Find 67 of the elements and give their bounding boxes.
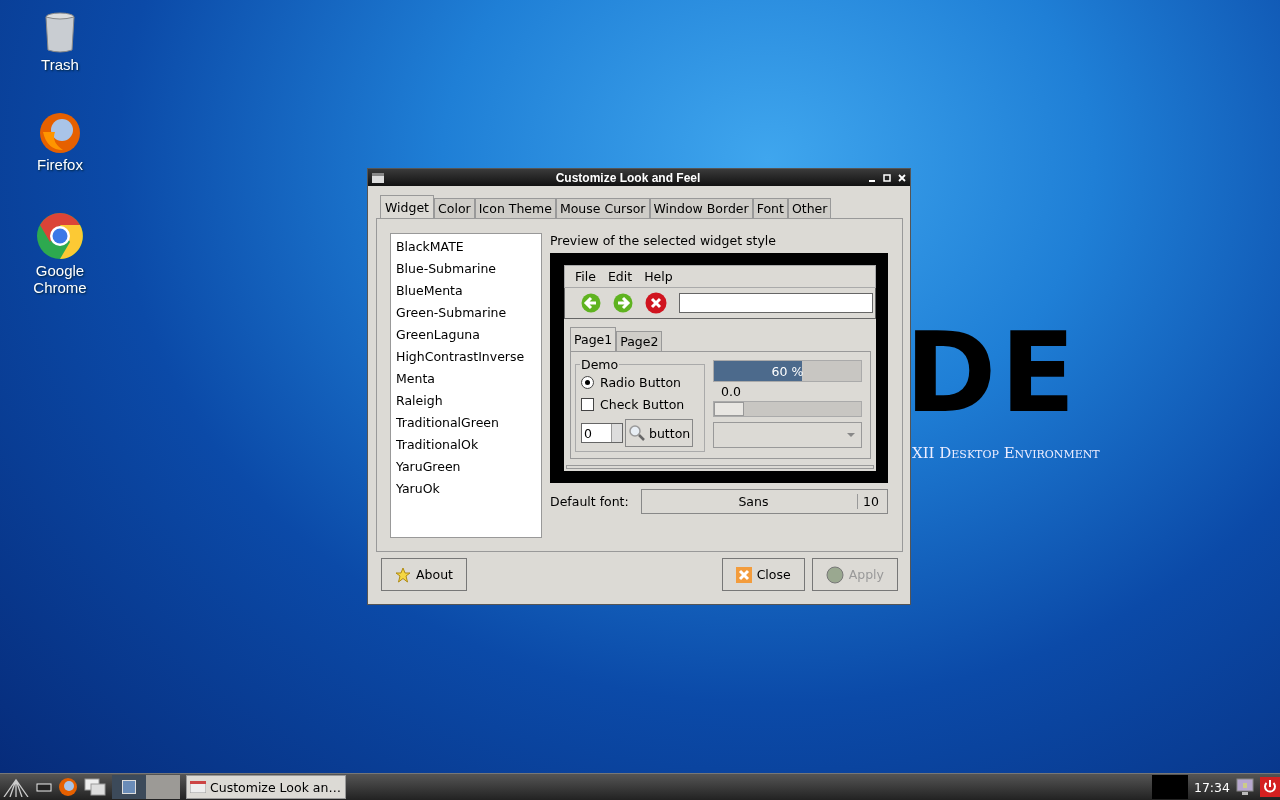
page-tab[interactable]: Page1 bbox=[570, 327, 617, 351]
window-title: Customize Look and Feel bbox=[554, 170, 702, 185]
wallpaper-logo-text: DE bbox=[905, 318, 1080, 428]
checkbox[interactable] bbox=[581, 398, 594, 411]
window-icon bbox=[190, 781, 206, 793]
taskbar-window-button[interactable]: Customize Look an… bbox=[186, 775, 346, 799]
theme-list-item[interactable]: YaruGreen bbox=[391, 456, 541, 478]
demo-button[interactable]: button bbox=[625, 419, 694, 447]
search-icon bbox=[628, 424, 646, 442]
firefox-icon[interactable] bbox=[39, 112, 81, 154]
menu-item[interactable]: Edit bbox=[607, 269, 633, 284]
forward-arrow-icon[interactable] bbox=[613, 293, 633, 313]
firefox-icon[interactable] bbox=[58, 777, 78, 797]
about-button[interactable]: About bbox=[381, 558, 467, 591]
power-icon[interactable] bbox=[1260, 777, 1280, 797]
text-field[interactable] bbox=[679, 293, 873, 313]
desktop-icon-label[interactable]: Trash bbox=[25, 56, 95, 73]
checkbox-label: Check Button bbox=[600, 397, 685, 412]
show-desktop-icon[interactable] bbox=[36, 782, 52, 792]
scale-reading: 0.0 bbox=[720, 384, 742, 399]
theme-list-item[interactable]: TraditionalOk bbox=[391, 434, 541, 456]
blank-block bbox=[1151, 775, 1188, 799]
close-icon[interactable] bbox=[898, 173, 906, 182]
lxde-menu-icon[interactable] bbox=[2, 777, 30, 797]
theme-list-item[interactable]: TraditionalGreen bbox=[391, 412, 541, 434]
frame-label: Demo bbox=[580, 357, 620, 372]
menu-item[interactable]: Help bbox=[644, 269, 673, 284]
chrome-icon[interactable] bbox=[36, 212, 84, 260]
theme-list-item[interactable]: GreenLaguna bbox=[391, 324, 541, 346]
radio-label: Radio Button bbox=[600, 375, 681, 390]
tab[interactable]: Mouse Cursor bbox=[555, 198, 650, 218]
stop-icon[interactable] bbox=[645, 292, 667, 314]
menu-item[interactable]: File bbox=[575, 269, 596, 284]
tab[interactable]: Other bbox=[787, 198, 832, 218]
close-button[interactable]: Close bbox=[721, 558, 805, 591]
slider-thumb[interactable] bbox=[714, 402, 744, 416]
window-menu-icon[interactable] bbox=[372, 172, 384, 183]
back-arrow-icon[interactable] bbox=[581, 293, 601, 313]
tab[interactable]: Widget bbox=[380, 195, 435, 218]
star-icon bbox=[395, 566, 411, 583]
tab[interactable]: Window Border bbox=[649, 198, 753, 218]
theme-list-item[interactable]: Raleigh bbox=[391, 390, 541, 412]
workspace-pager[interactable] bbox=[112, 775, 180, 799]
theme-list-item[interactable]: YaruOk bbox=[391, 478, 541, 500]
clock[interactable]: 17:34 bbox=[1193, 779, 1230, 795]
theme-list-item[interactable]: Menta bbox=[391, 368, 541, 390]
wallpaper-tagline: XII Desktop Environment bbox=[912, 444, 1100, 462]
radio-button[interactable] bbox=[581, 376, 594, 389]
preview-label: Preview of the selected widget style bbox=[550, 233, 777, 250]
maximize-icon[interactable] bbox=[883, 173, 891, 182]
font-label: Default font: bbox=[550, 494, 629, 509]
theme-list-item[interactable]: BlueMenta bbox=[391, 280, 541, 302]
tab[interactable]: Color bbox=[434, 198, 475, 218]
windows-icon[interactable] bbox=[84, 778, 106, 796]
tab[interactable]: Font bbox=[752, 198, 788, 218]
theme-list-item[interactable]: HighContrastInverse bbox=[391, 346, 541, 368]
trash-can-icon[interactable] bbox=[43, 12, 77, 54]
font-button[interactable]: Sans 10 bbox=[640, 489, 888, 514]
theme-list-item[interactable]: BlackMATE bbox=[391, 236, 541, 258]
tab[interactable]: Icon Theme bbox=[474, 198, 556, 218]
spin-field[interactable]: 0 bbox=[581, 423, 623, 443]
desktop-icon-label[interactable]: Google Chrome bbox=[25, 262, 95, 296]
desktop-icon-label[interactable]: Firefox bbox=[25, 156, 95, 173]
close-icon bbox=[735, 566, 752, 583]
page-tab[interactable]: Page2 bbox=[616, 331, 663, 351]
theme-list-item[interactable]: Blue-Submarine bbox=[391, 258, 541, 280]
theme-list-item[interactable]: Green-Submarine bbox=[391, 302, 541, 324]
